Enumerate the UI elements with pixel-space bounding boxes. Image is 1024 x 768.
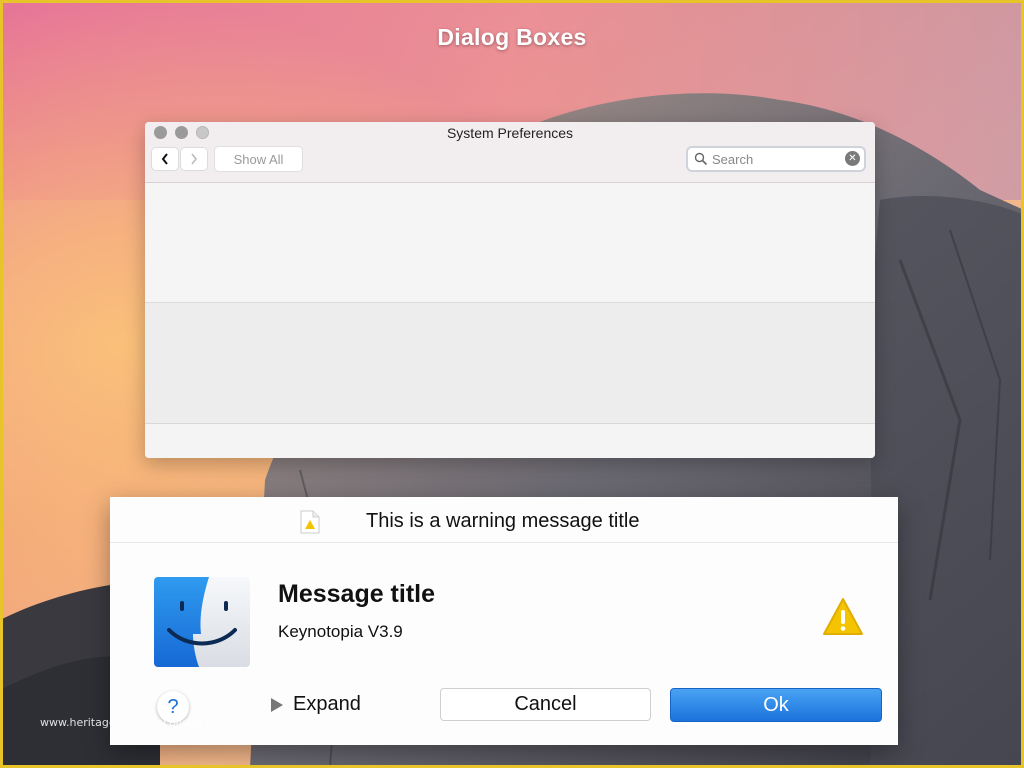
chevron-right-icon <box>191 153 198 165</box>
search-input[interactable] <box>712 150 842 168</box>
warning-dialog: This is a warning message title Message … <box>110 497 898 745</box>
search-field[interactable]: ✕ <box>686 146 866 172</box>
watermark-text: www.heritagechristiancollege.com <box>40 716 230 729</box>
message-subtitle: Keynotopia V3.9 <box>278 622 403 641</box>
warning-icon <box>823 598 863 635</box>
disclosure-triangle-icon <box>271 697 283 712</box>
warning-document-icon <box>300 510 320 534</box>
expand-label: Expand <box>293 693 361 715</box>
dialog-header: This is a warning message title <box>110 497 898 543</box>
forward-button[interactable] <box>181 148 207 170</box>
show-all-button[interactable]: Show All <box>215 147 302 171</box>
expand-disclosure[interactable]: Expand <box>271 693 361 716</box>
system-preferences-window: System Preferences Show All ✕ <box>145 122 875 458</box>
window-title: System Preferences <box>446 125 574 141</box>
finder-icon <box>154 577 250 667</box>
slide-title: Dialog Boxes <box>437 24 587 50</box>
clear-icon[interactable]: ✕ <box>845 151 860 166</box>
chevron-left-icon <box>161 153 168 165</box>
prefs-pane-row-2 <box>145 303 875 424</box>
back-button[interactable] <box>152 148 178 170</box>
search-icon <box>694 152 708 166</box>
dialog-title: This is a warning message title <box>366 510 640 532</box>
ok-button[interactable]: Ok <box>670 688 882 722</box>
prefs-pane-footer <box>145 424 875 458</box>
cancel-button[interactable]: Cancel <box>440 688 651 721</box>
prefs-toolbar: System Preferences Show All ✕ <box>145 122 875 183</box>
message-title: Message title <box>278 580 436 608</box>
prefs-pane-row-1 <box>145 183 875 303</box>
